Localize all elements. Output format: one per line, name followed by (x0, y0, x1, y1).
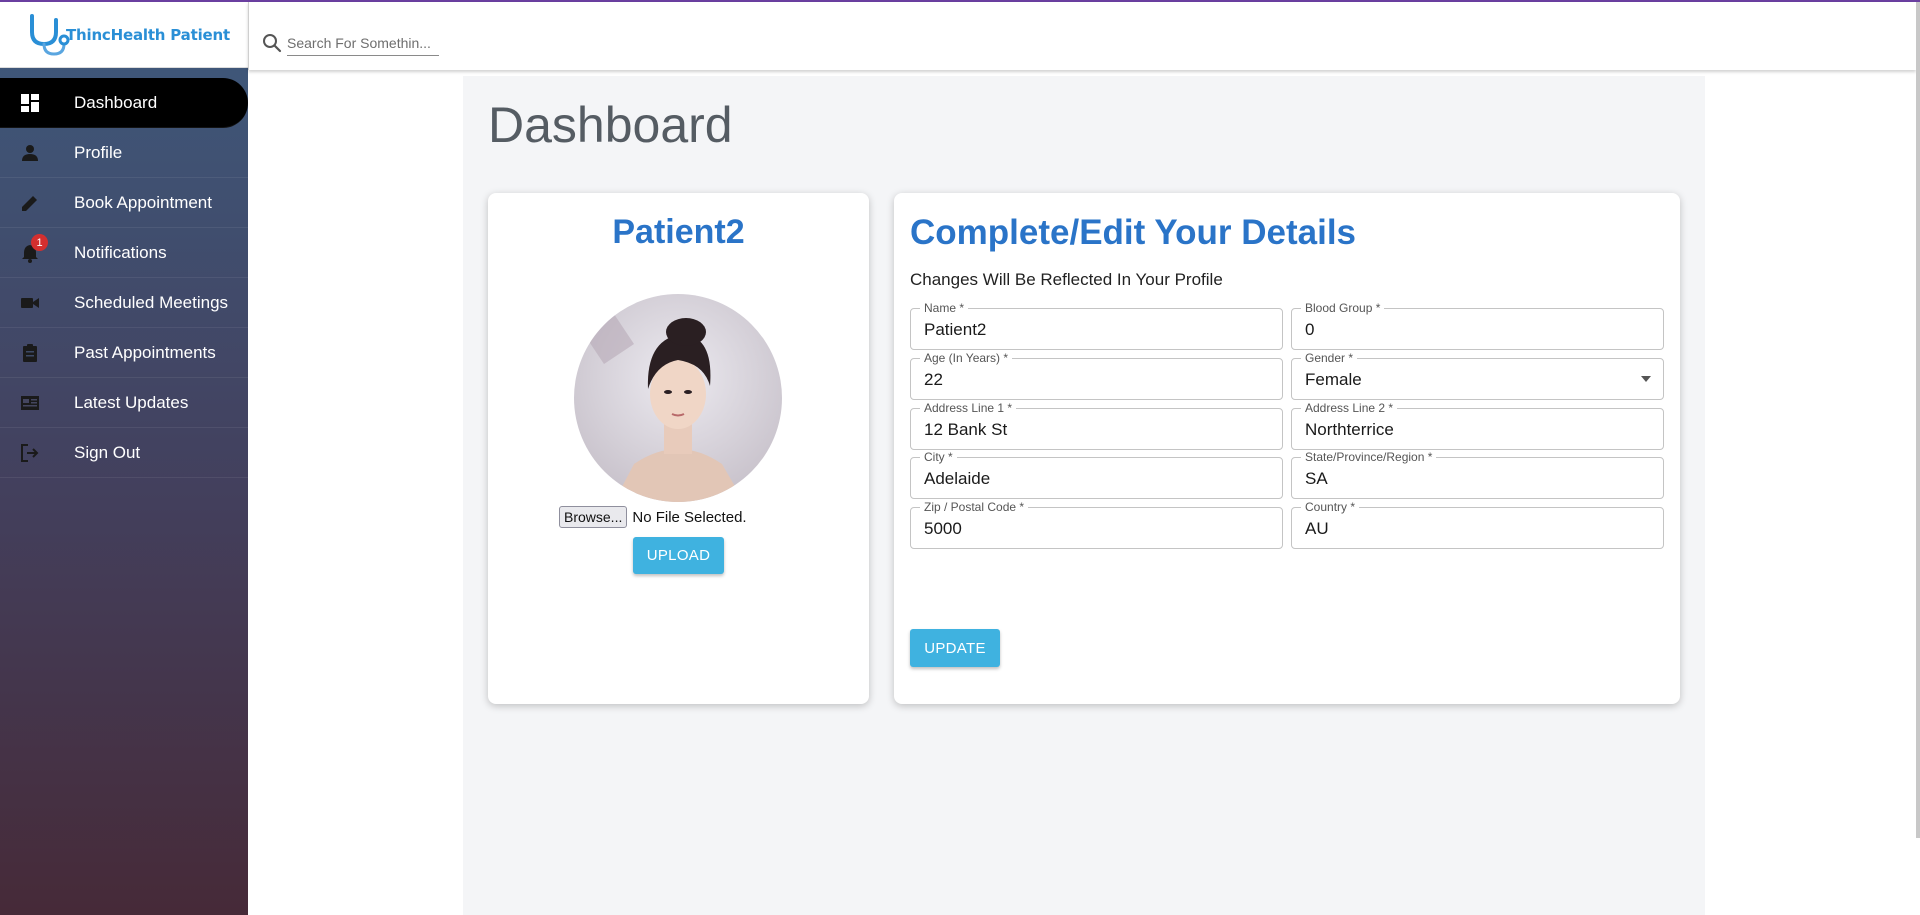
sidebar-item-label: Book Appointment (74, 192, 212, 212)
sidebar-item-label: Dashboard (74, 92, 158, 112)
person-icon (22, 145, 38, 161)
dashboard-icon (21, 94, 39, 112)
sidebar-item-profile[interactable]: Profile (0, 128, 248, 178)
field-label: Address Line 1 * (920, 401, 1017, 415)
sidebar-item-scheduled-meetings[interactable]: Scheduled Meetings (0, 278, 248, 328)
field-value: 12 Bank St (924, 420, 1008, 439)
clipboard-icon (23, 344, 37, 362)
sign-out-icon (21, 444, 39, 462)
field-label: Name * (920, 301, 969, 315)
profile-card: Patient2 Browse... No File Selected. UPL… (488, 193, 869, 704)
field-value: 5000 (924, 519, 962, 538)
address-line-2-field[interactable]: Address Line 2 * Northterrice (1291, 401, 1664, 450)
field-label: State/Province/Region * (1301, 450, 1437, 464)
logo[interactable]: ThincHealth Patient (0, 2, 248, 68)
sidebar-item-book-appointment[interactable]: Book Appointment (0, 178, 248, 228)
details-subtitle: Changes Will Be Reflected In Your Profil… (910, 270, 1223, 289)
field-value: AU (1305, 519, 1329, 538)
details-title: Complete/Edit Your Details (910, 213, 1357, 252)
sidebar-item-label: Latest Updates (74, 392, 189, 412)
zip-field[interactable]: Zip / Postal Code * 5000 (910, 500, 1283, 549)
name-field[interactable]: Name * Patient2 (910, 301, 1283, 350)
main-content: Dashboard Patient2 Browse... No File Sel… (463, 76, 1705, 915)
search-input[interactable] (287, 30, 439, 56)
sidebar-item-label: Scheduled Meetings (74, 292, 229, 312)
gender-select[interactable]: Gender * Female (1291, 351, 1664, 400)
sidebar-item-label: Sign Out (74, 442, 141, 462)
scrollbar[interactable] (1916, 2, 1920, 838)
address-line-1-field[interactable]: Address Line 1 * 12 Bank St (910, 401, 1283, 450)
details-card: Complete/Edit Your Details Changes Will … (894, 193, 1680, 704)
newspaper-icon (21, 396, 39, 410)
field-label: Gender * (1301, 351, 1358, 365)
patient-name: Patient2 (612, 213, 745, 251)
sidebar-item-notifications[interactable]: 1 Notifications (0, 228, 248, 278)
notification-count-badge: 1 (31, 234, 48, 251)
avatar (574, 294, 782, 502)
search-icon[interactable] (261, 32, 283, 54)
upload-button[interactable]: UPLOAD (633, 537, 724, 574)
field-value: 22 (924, 370, 943, 389)
sidebar-item-latest-updates[interactable]: Latest Updates (0, 378, 248, 428)
sidebar-item-label: Past Appointments (74, 342, 216, 362)
country-field[interactable]: Country * AU (1291, 500, 1664, 549)
sidebar-nav: Dashboard Profile Book Appointment 1 Not… (0, 78, 248, 478)
field-value: Northterrice (1305, 420, 1394, 439)
field-label: Country * (1301, 500, 1360, 514)
age-field[interactable]: Age (In Years) * 22 (910, 351, 1283, 400)
field-label: City * (920, 450, 957, 464)
sidebar-item-sign-out[interactable]: Sign Out (0, 428, 248, 478)
sidebar-item-dashboard[interactable]: Dashboard (0, 78, 248, 128)
field-value: 0 (1305, 320, 1315, 339)
update-button[interactable]: UPDATE (910, 629, 1000, 667)
sidebar-item-label: Notifications (74, 242, 167, 262)
file-picker: Browse... No File Selected. (559, 506, 747, 528)
dropdown-arrow-icon[interactable] (1641, 376, 1651, 382)
browse-button[interactable]: Browse... (559, 506, 628, 528)
sidebar: ThincHealth Patient Dashboard Profile Bo… (0, 2, 248, 915)
field-label: Zip / Postal Code * (920, 500, 1029, 514)
pencil-icon (22, 196, 37, 211)
field-label: Blood Group * (1301, 301, 1385, 315)
field-value: SA (1305, 469, 1328, 488)
sidebar-item-label: Profile (74, 142, 123, 162)
avatar-photo (574, 294, 782, 502)
file-status: No File Selected. (632, 508, 747, 526)
page-title: Dashboard (488, 97, 733, 153)
videocam-icon (21, 298, 39, 308)
field-label: Age (In Years) * (920, 351, 1013, 365)
city-field[interactable]: City * Adelaide (910, 450, 1283, 499)
state-field[interactable]: State/Province/Region * SA (1291, 450, 1664, 499)
field-label: Address Line 2 * (1301, 401, 1398, 415)
field-value: Adelaide (924, 469, 991, 488)
sidebar-item-past-appointments[interactable]: Past Appointments (0, 328, 248, 378)
app-name: ThincHealth Patient (66, 25, 230, 44)
blood-group-field[interactable]: Blood Group * 0 (1291, 301, 1664, 350)
field-value: Patient2 (924, 320, 987, 339)
stethoscope-logo-icon (30, 13, 70, 56)
field-value: Female (1305, 370, 1362, 389)
top-bar (248, 2, 1916, 70)
